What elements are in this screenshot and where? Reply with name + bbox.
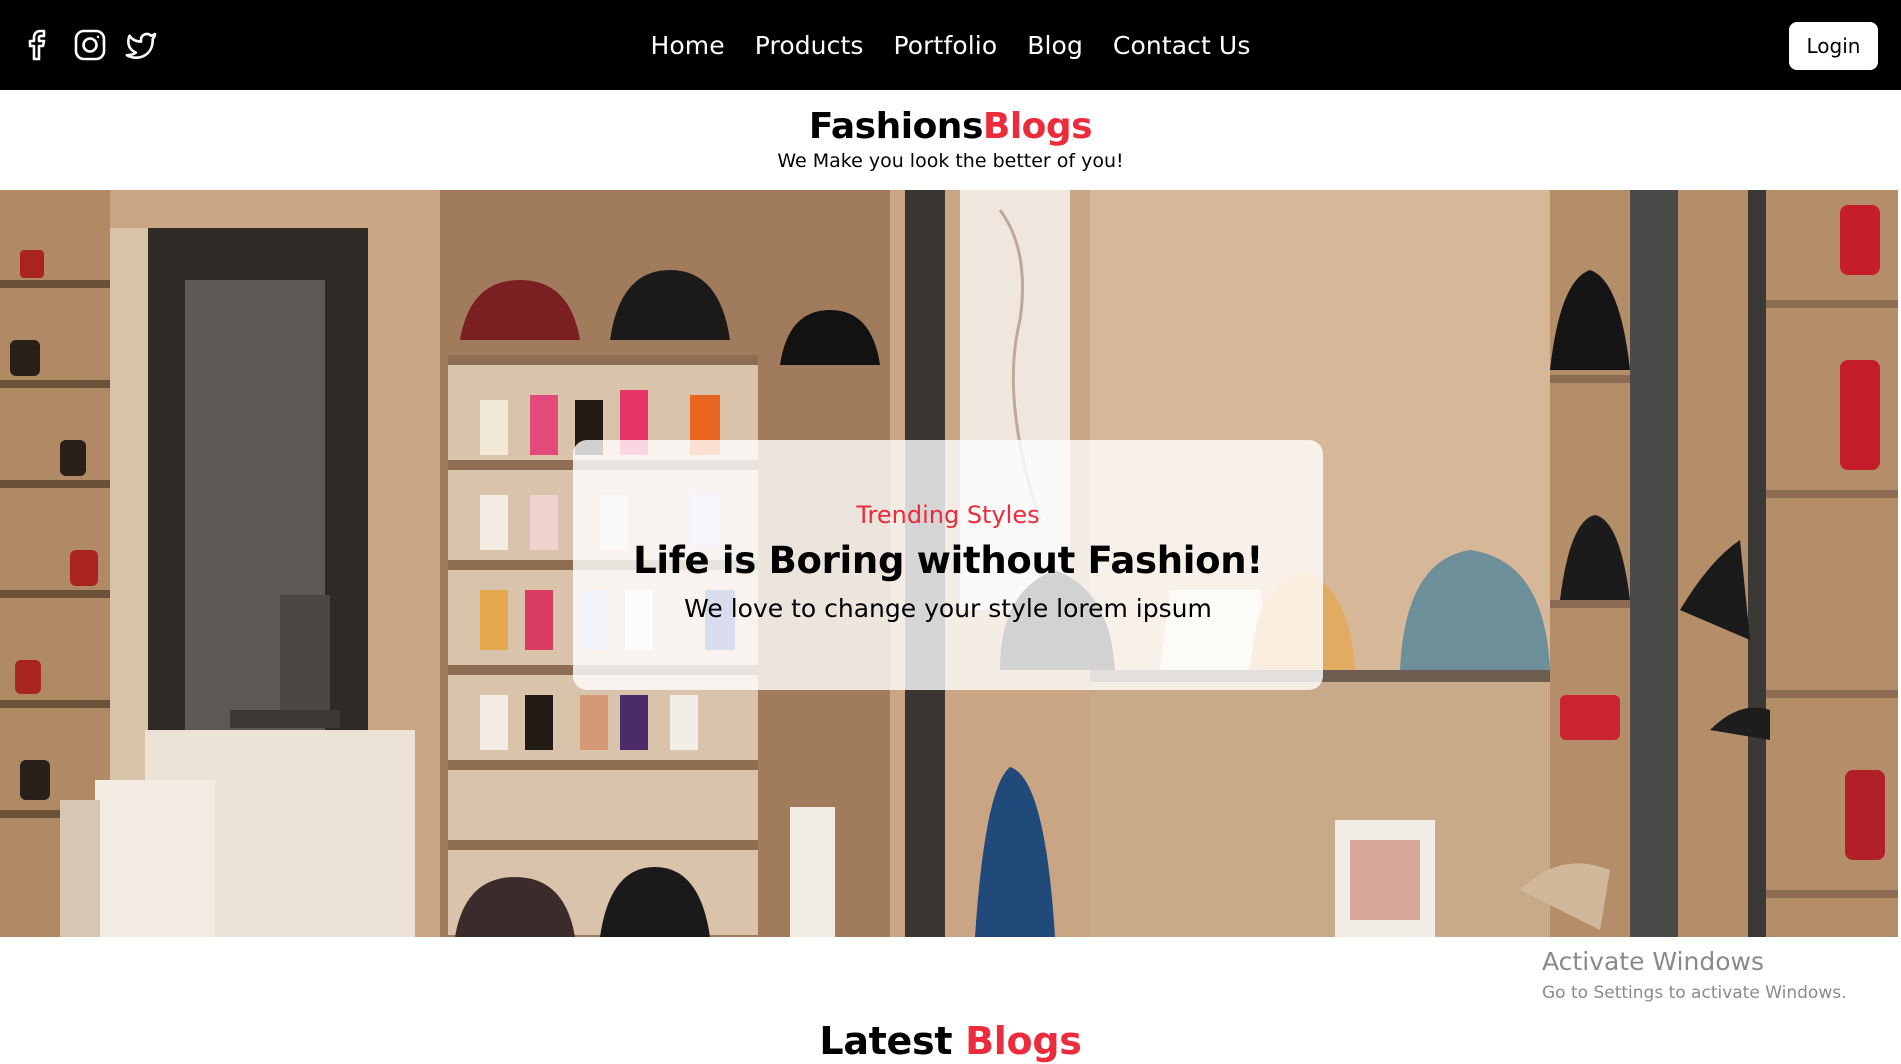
- hero-heading: Life is Boring without Fashion!: [633, 539, 1263, 582]
- nav-portfolio[interactable]: Portfolio: [894, 31, 998, 60]
- twitter-icon[interactable]: [122, 27, 158, 63]
- brand-title-main: Fashions: [808, 106, 983, 147]
- social-links: [22, 27, 158, 63]
- brand-header: FashionsBlogs We Make you look the bette…: [0, 106, 1901, 174]
- hero-kicker: Trending Styles: [856, 501, 1040, 529]
- facebook-icon[interactable]: [22, 27, 58, 63]
- nav-blog[interactable]: Blog: [1027, 31, 1083, 60]
- activate-windows-watermark: Activate Windows Go to Settings to activ…: [1542, 947, 1847, 1005]
- main-nav: Home Products Portfolio Blog Contact Us: [0, 0, 1901, 90]
- nav-products[interactable]: Products: [755, 31, 864, 60]
- watermark-title: Activate Windows: [1542, 947, 1764, 976]
- site-logo-text[interactable]: FashionsBlogs: [0, 106, 1901, 148]
- nav-home[interactable]: Home: [651, 31, 725, 60]
- brand-title-accent: Blogs: [982, 106, 1093, 147]
- watermark-subtitle: Go to Settings to activate Windows.: [1542, 983, 1847, 1003]
- instagram-icon[interactable]: [72, 27, 108, 63]
- top-navbar: Home Products Portfolio Blog Contact Us …: [0, 0, 1901, 90]
- hero-card: Trending Styles Life is Boring without F…: [573, 440, 1323, 690]
- latest-blogs-heading: Latest Blogs: [0, 1018, 1901, 1064]
- latest-title-accent: Blogs: [965, 1019, 1082, 1063]
- hero-subheading: We love to change your style lorem ipsum: [684, 594, 1212, 623]
- latest-title-main: Latest: [819, 1019, 953, 1063]
- login-button[interactable]: Login: [1789, 22, 1878, 70]
- brand-tagline: We Make you look the better of you!: [777, 150, 1124, 172]
- nav-contact-us[interactable]: Contact Us: [1113, 31, 1251, 60]
- hero-banner: Trending Styles Life is Boring without F…: [0, 190, 1898, 937]
